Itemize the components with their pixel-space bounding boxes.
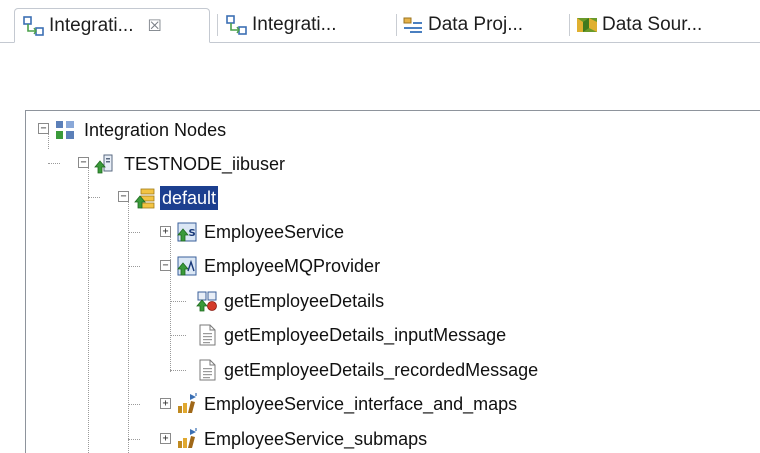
tree-item-employee-service[interactable]: EmployeeService bbox=[202, 220, 346, 244]
view-content: − Integration Nodes − TESTNODE_iibuser − bbox=[0, 43, 760, 453]
library-icon bbox=[178, 393, 197, 413]
tree-item-default-server[interactable]: default bbox=[160, 186, 219, 210]
tree-connector bbox=[128, 197, 129, 453]
collapse-toggle[interactable]: − bbox=[38, 123, 49, 134]
app-window: Integrati... ☒ Integrati... Data Proj... bbox=[0, 0, 760, 453]
expand-toggle[interactable]: + bbox=[160, 433, 171, 444]
expand-toggle[interactable]: + bbox=[160, 226, 171, 237]
integration-nodes-icon bbox=[23, 15, 44, 36]
tab-data-source[interactable]: Data Sour... bbox=[576, 8, 751, 42]
data-project-icon bbox=[403, 17, 422, 33]
integration-nodes-tree[interactable]: − Integration Nodes − TESTNODE_iibuser − bbox=[25, 110, 760, 453]
document-icon bbox=[199, 359, 216, 381]
tab-label: Integrati... bbox=[49, 14, 134, 36]
tree-item-input-message[interactable]: getEmployeeDetails_inputMessage bbox=[222, 323, 508, 347]
tree-connector bbox=[128, 404, 140, 405]
svg-text:S: S bbox=[189, 228, 196, 239]
tree-connector bbox=[88, 197, 100, 198]
close-tab-icon[interactable]: ☒ bbox=[148, 16, 162, 36]
tree-connector bbox=[128, 266, 140, 267]
tab-data-project[interactable]: Data Proj... bbox=[402, 8, 562, 42]
tree-item-interface-and-maps[interactable]: EmployeeService_interface_and_maps bbox=[202, 392, 519, 416]
tab-integration-servers[interactable]: Integrati... bbox=[226, 8, 396, 42]
tree-connector bbox=[170, 301, 186, 302]
tab-integration-nodes[interactable]: Integrati... ☒ bbox=[14, 8, 210, 43]
tree-connector bbox=[170, 232, 171, 372]
tree-item-submaps[interactable]: EmployeeService_submaps bbox=[202, 427, 429, 451]
message-flow-icon bbox=[196, 291, 217, 312]
tree-item-testnode[interactable]: TESTNODE_iibuser bbox=[122, 152, 287, 176]
tree-connector bbox=[128, 232, 140, 233]
tree-item-integration-nodes[interactable]: Integration Nodes bbox=[82, 118, 228, 142]
tab-separator bbox=[396, 14, 397, 36]
tree-item-employee-mq-provider[interactable]: EmployeeMQProvider bbox=[202, 254, 382, 278]
tab-label: Data Sour... bbox=[602, 14, 703, 35]
document-icon bbox=[199, 324, 216, 346]
tab-separator bbox=[569, 14, 570, 36]
data-source-icon bbox=[577, 18, 597, 32]
tree-item-recorded-message[interactable]: getEmployeeDetails_recordedMessage bbox=[222, 358, 540, 382]
integration-node-icon bbox=[94, 154, 113, 174]
rest-api-icon bbox=[177, 256, 197, 276]
tree-connector bbox=[128, 439, 140, 440]
collapse-toggle[interactable]: − bbox=[78, 157, 89, 168]
tab-label: Integrati... bbox=[252, 14, 337, 35]
integration-nodes-icon bbox=[226, 15, 247, 35]
collapse-toggle[interactable]: − bbox=[160, 260, 171, 271]
view-tab-bar: Integrati... ☒ Integrati... Data Proj... bbox=[0, 0, 760, 43]
tree-connector bbox=[48, 163, 60, 164]
tree-connector bbox=[170, 370, 186, 371]
tab-label: Data Proj... bbox=[428, 14, 524, 35]
tree-item-get-employee-details[interactable]: getEmployeeDetails bbox=[222, 289, 386, 313]
integration-server-icon bbox=[134, 188, 155, 209]
integration-nodes-icon bbox=[56, 121, 74, 139]
tab-separator bbox=[217, 14, 218, 36]
collapse-toggle[interactable]: − bbox=[118, 191, 129, 202]
library-icon bbox=[178, 428, 197, 448]
tree-connector bbox=[170, 335, 186, 336]
tree-connector bbox=[88, 163, 89, 453]
expand-toggle[interactable]: + bbox=[160, 398, 171, 409]
service-icon: S bbox=[177, 222, 197, 242]
